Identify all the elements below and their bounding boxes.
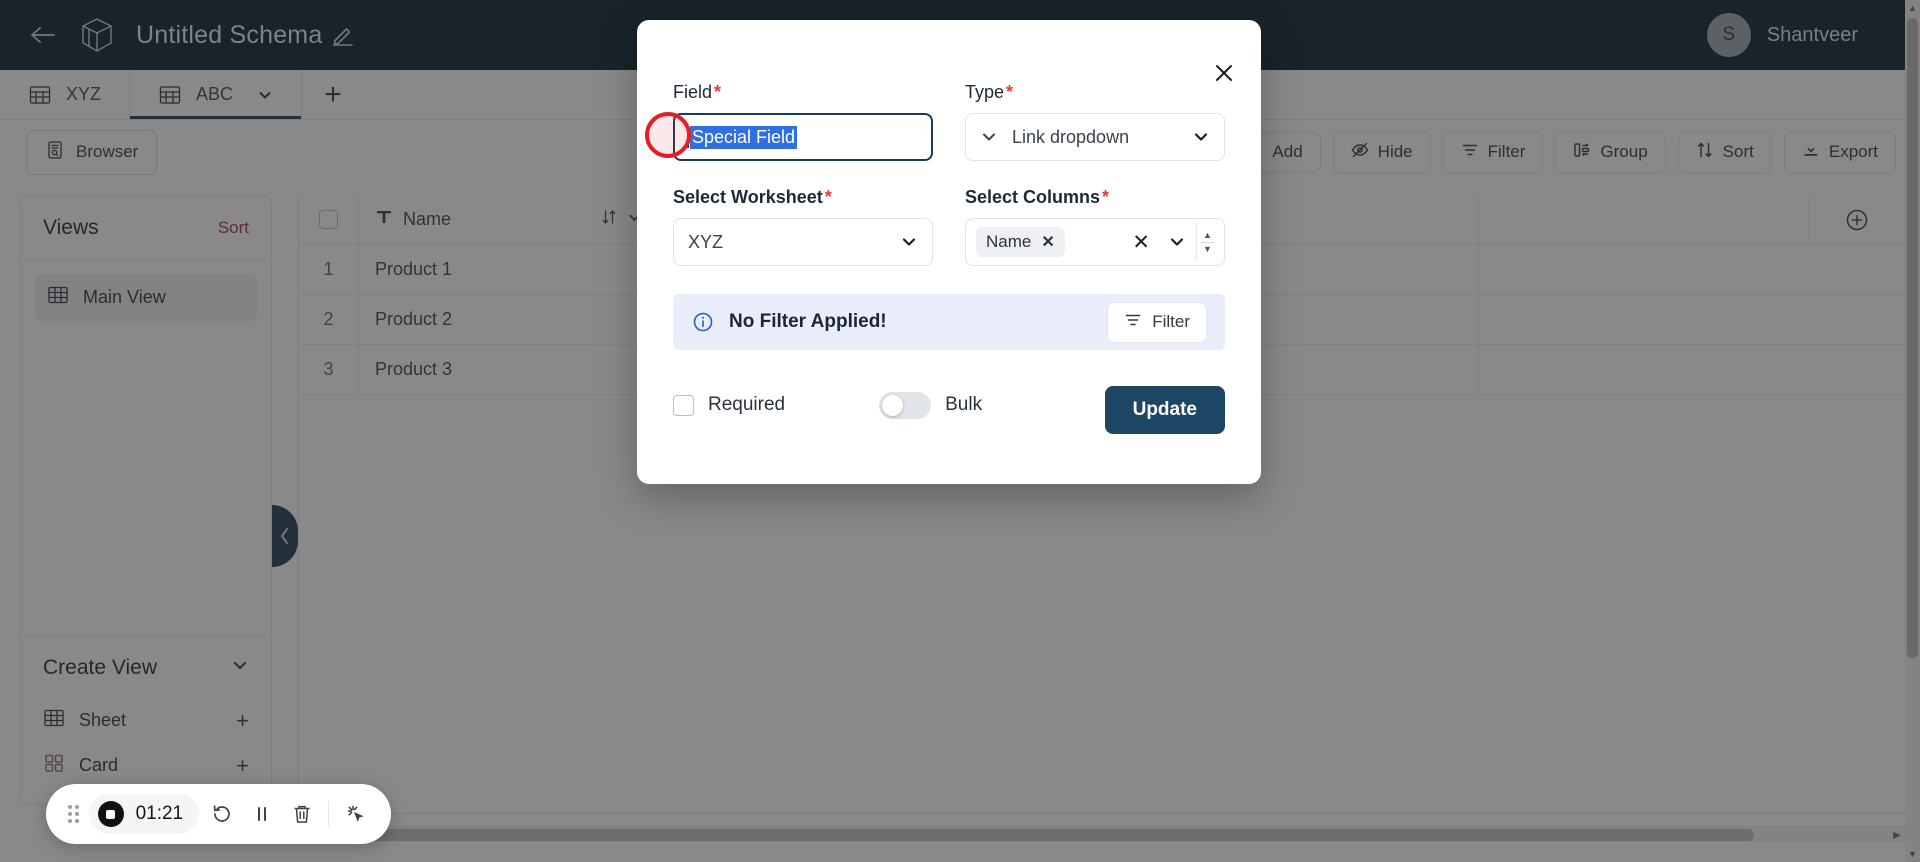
drag-handle-icon[interactable] bbox=[64, 805, 83, 823]
worksheet-select[interactable]: XYZ bbox=[673, 218, 933, 266]
modal-row-field-type: Field * Special Field Type * Link dropdown bbox=[673, 20, 1225, 161]
modal-filter-button[interactable]: Filter bbox=[1107, 301, 1207, 343]
worksheet-label-text: Select Worksheet bbox=[673, 187, 823, 207]
close-icon[interactable] bbox=[1211, 60, 1237, 86]
required-checkbox[interactable] bbox=[673, 394, 694, 416]
recorder-divider bbox=[328, 801, 330, 827]
modal-row-worksheet-columns: Select Worksheet * XYZ Select Columns * Na… bbox=[673, 161, 1225, 266]
required-marker: * bbox=[824, 187, 832, 207]
screen-recorder-bar: 01:21 bbox=[46, 784, 391, 844]
required-marker: * bbox=[714, 82, 722, 102]
column-chip-name: Name ✕ bbox=[976, 227, 1065, 257]
clear-icon[interactable]: ✕ bbox=[1124, 230, 1158, 255]
stepper-up-icon[interactable]: ▲ bbox=[1203, 230, 1212, 239]
click-highlight-icon[interactable] bbox=[339, 794, 373, 834]
filter-status-text: No Filter Applied! bbox=[729, 311, 887, 332]
filter-status-banner: No Filter Applied! Filter bbox=[673, 294, 1225, 350]
stepper-down-icon[interactable]: ▼ bbox=[1203, 244, 1212, 253]
field-type-select[interactable]: Link dropdown bbox=[965, 113, 1225, 161]
columns-multiselect[interactable]: Name ✕ ✕ ▲ ▼ bbox=[965, 218, 1225, 266]
worksheet-select-value: XYZ bbox=[688, 231, 724, 252]
columns-stepper[interactable]: ▲ ▼ bbox=[1196, 223, 1218, 261]
field-type-value: Link dropdown bbox=[1012, 126, 1130, 147]
chevron-down-icon[interactable] bbox=[1192, 128, 1210, 146]
field-type-group: Type * Link dropdown bbox=[965, 82, 1225, 161]
trash-icon[interactable] bbox=[285, 794, 319, 834]
worksheet-label: Select Worksheet * bbox=[673, 187, 933, 208]
recording-time: 01:21 bbox=[135, 803, 184, 824]
modal-footer: Required Bulk Update bbox=[673, 376, 1225, 434]
close-icon[interactable]: ✕ bbox=[1041, 232, 1054, 252]
pause-icon[interactable] bbox=[245, 794, 279, 834]
columns-label: Select Columns * bbox=[965, 187, 1225, 208]
columns-group: Select Columns * Name ✕ ✕ ▲ ▼ bbox=[965, 187, 1225, 266]
restart-icon[interactable] bbox=[205, 794, 239, 834]
field-name-input[interactable]: Special Field bbox=[673, 113, 933, 161]
type-label-text: Type bbox=[965, 82, 1005, 102]
field-name-input-value: Special Field bbox=[690, 125, 798, 149]
edit-field-modal: Field * Special Field Type * Link dropdown bbox=[637, 20, 1261, 484]
modal-filter-button-label: Filter bbox=[1152, 312, 1190, 331]
field-label-text: Field bbox=[673, 82, 713, 102]
bulk-toggle[interactable] bbox=[879, 391, 932, 419]
text-caret bbox=[687, 126, 689, 148]
info-icon bbox=[691, 310, 715, 334]
field-label: Field * bbox=[673, 82, 933, 103]
column-chip-label: Name bbox=[986, 232, 1032, 251]
filter-icon bbox=[1124, 311, 1142, 334]
worksheet-group: Select Worksheet * XYZ bbox=[673, 187, 933, 266]
chevron-down-icon[interactable] bbox=[900, 233, 918, 251]
required-marker: * bbox=[1006, 82, 1014, 102]
bulk-toggle-group[interactable]: Bulk bbox=[879, 391, 983, 419]
type-label: Type * bbox=[965, 82, 1225, 103]
recording-status: 01:21 bbox=[88, 794, 200, 834]
field-name-group: Field * Special Field bbox=[673, 82, 933, 161]
columns-label-text: Select Columns bbox=[965, 187, 1101, 207]
required-label: Required bbox=[708, 394, 786, 415]
chevron-down-icon bbox=[980, 128, 998, 146]
app-root: Untitled Schema S Shantveer XYZ bbox=[0, 0, 1920, 862]
bulk-label: Bulk bbox=[945, 394, 983, 415]
stepper-divider bbox=[1201, 241, 1214, 243]
chevron-down-icon[interactable] bbox=[1158, 233, 1196, 251]
required-toggle-group[interactable]: Required bbox=[673, 394, 785, 416]
update-button[interactable]: Update bbox=[1104, 386, 1225, 434]
stop-icon[interactable] bbox=[97, 801, 124, 827]
required-marker: * bbox=[1102, 187, 1110, 207]
bulk-toggle-knob bbox=[882, 394, 904, 416]
